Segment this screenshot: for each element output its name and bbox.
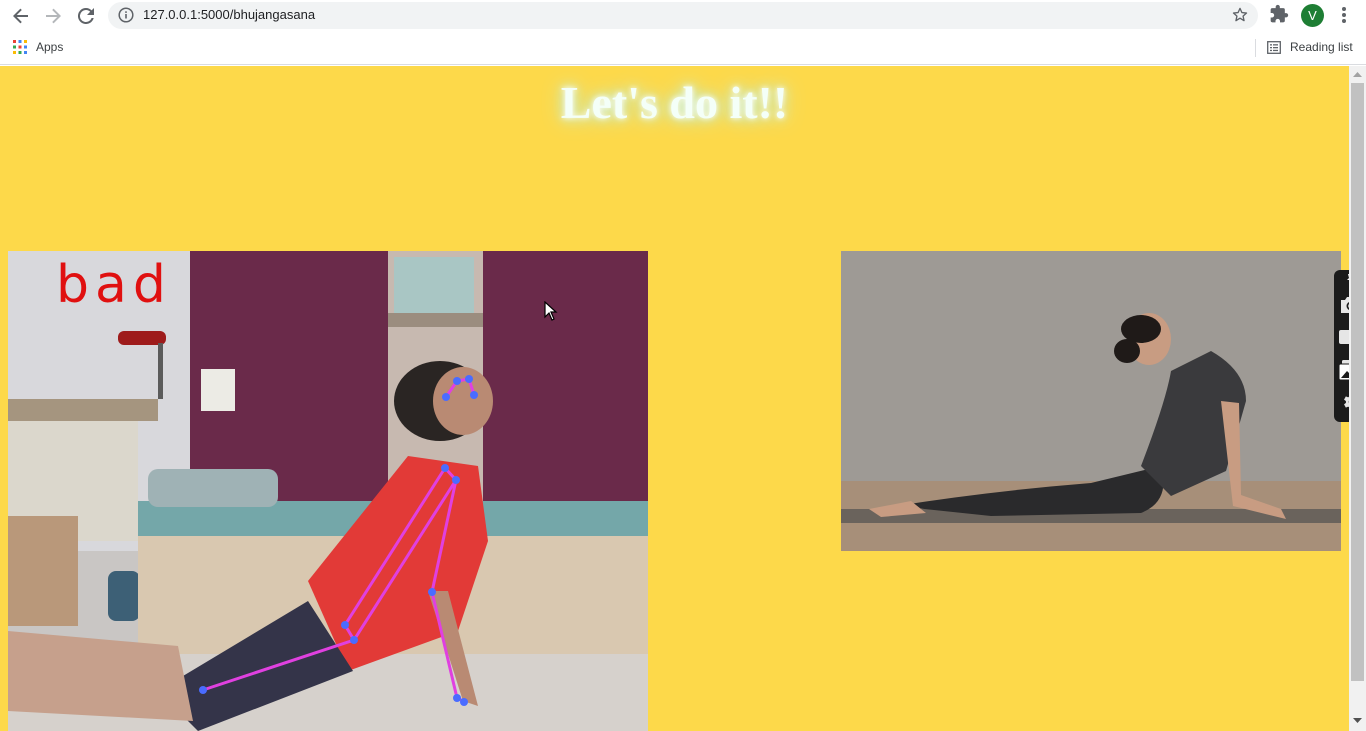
pose-feedback-text: bad [56,255,172,315]
apps-label: Apps [36,40,64,54]
reference-pose-image [841,251,1341,551]
url-text[interactable]: 127.0.0.1:5000/bhujangasana [143,7,315,22]
webcam-feed: bad [8,251,648,731]
vertical-scrollbar[interactable] [1349,66,1366,731]
back-arrow-icon [13,8,28,24]
reload-button[interactable] [74,4,98,28]
forward-arrow-icon [46,8,61,24]
reading-list-label: Reading list [1290,40,1353,54]
apps-shortcut[interactable]: Apps [13,40,63,54]
reload-icon [78,8,94,24]
browser-menu-icon[interactable] [1337,5,1351,30]
browser-toolbar: 127.0.0.1:5000/bhujangasana V [0,0,1366,31]
extensions-puzzle-icon[interactable] [1269,4,1289,29]
page-heading: Let's do it!! [560,77,789,128]
site-info-icon[interactable] [118,7,134,28]
bookmarks-divider [1255,39,1256,57]
reading-list-icon [1267,40,1281,54]
bookmarks-bar: Apps Reading list [0,31,1366,65]
page-content: Let's do it!! bad [0,66,1349,731]
webcam-scene [8,251,648,731]
back-button[interactable] [9,4,33,28]
reading-list-button[interactable]: Reading list [1267,40,1353,54]
forward-button[interactable] [41,4,65,28]
reference-scene [841,251,1341,551]
apps-grid-icon [13,40,27,54]
scrollbar-thumb[interactable] [1351,83,1364,681]
profile-initial: V [1308,8,1317,23]
profile-avatar[interactable]: V [1301,4,1324,27]
scroll-down-arrow-icon[interactable] [1353,716,1362,725]
mouse-cursor-icon [544,301,558,321]
bookmark-star-icon[interactable] [1231,6,1249,29]
address-bar[interactable]: 127.0.0.1:5000/bhujangasana [108,2,1258,29]
scroll-up-arrow-icon[interactable] [1353,70,1362,79]
